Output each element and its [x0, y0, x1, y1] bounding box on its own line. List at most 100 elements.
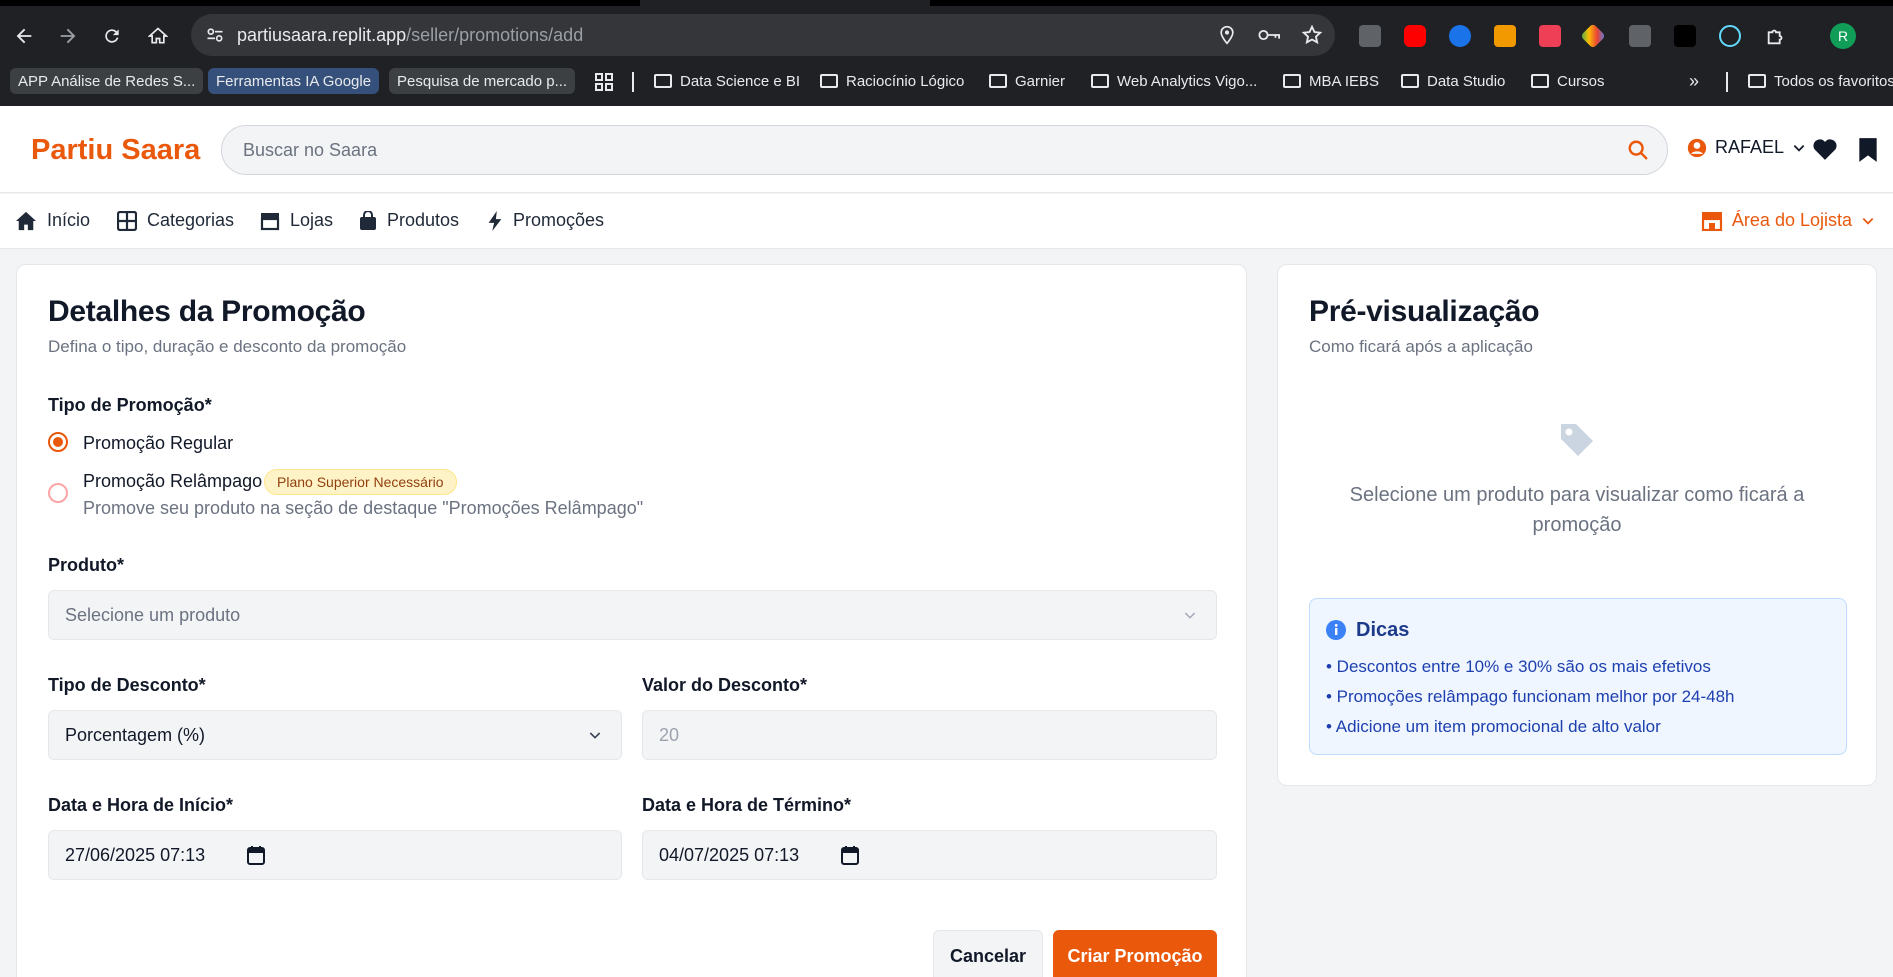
seller-area-label: Área do Lojista — [1731, 210, 1852, 230]
url-path: /seller/promotions/add — [406, 25, 584, 45]
folder-icon — [654, 74, 672, 88]
extension-code-icon[interactable] — [1359, 25, 1381, 47]
flash-description: Promove seu produto na seção de destaque… — [83, 498, 644, 518]
reload-button[interactable] — [96, 20, 128, 52]
discount-value-input[interactable]: 20 — [642, 710, 1217, 760]
bookmark-label: Raciocínio Lógico — [846, 72, 965, 90]
extension-tag-icon[interactable] — [1449, 25, 1471, 47]
profile-avatar[interactable]: R — [1830, 23, 1856, 49]
user-menu[interactable]: RAFAEL — [1687, 137, 1806, 158]
nav-label: Produtos — [387, 210, 460, 230]
bookmark-folder[interactable]: Data Science e BI — [654, 68, 800, 94]
extension-pocket-icon[interactable] — [1539, 25, 1561, 47]
address-row: partiusaara.replit.app/seller/promotions… — [0, 14, 1893, 58]
nav-promocoes[interactable]: Promoções — [487, 210, 604, 231]
nav-lojas[interactable]: Lojas — [260, 210, 333, 231]
bookmark-label: Todos os favoritos — [1774, 72, 1893, 90]
nav-label: Lojas — [290, 210, 334, 230]
extension-react-icon[interactable] — [1719, 25, 1741, 47]
nav-label: Categorias — [147, 210, 235, 230]
home-button[interactable] — [142, 20, 174, 52]
start-datetime-input[interactable]: 27/06/2025 07:13 — [48, 830, 622, 880]
folder-icon — [820, 74, 838, 88]
tip-item: • Descontos entre 10% e 30% são os mais … — [1326, 657, 1711, 676]
overflow-label: » — [1689, 70, 1700, 91]
extension-youtube-icon[interactable] — [1404, 25, 1426, 47]
bookmark-folder[interactable]: Data Studio — [1401, 68, 1505, 94]
site-settings-icon[interactable] — [205, 25, 225, 50]
product-select[interactable]: Selecione um produto — [48, 590, 1217, 640]
promo-type-label: Tipo de Promoção* — [48, 395, 212, 415]
site-logo[interactable]: Partiu Saara — [31, 134, 200, 167]
password-key-icon[interactable] — [1257, 24, 1281, 51]
folder-icon — [1283, 74, 1301, 88]
option-flash-label[interactable]: Promoção Relâmpago — [83, 471, 262, 492]
form-subtitle: Defina o tipo, duração e desconto da pro… — [48, 337, 407, 356]
tab-strip — [930, 0, 1893, 6]
calendar-icon[interactable] — [247, 845, 265, 870]
bookmark-folder[interactable]: Todos os favoritos — [1748, 68, 1893, 94]
calendar-icon[interactable] — [841, 845, 859, 870]
folder-icon — [989, 74, 1007, 88]
bookmark-item[interactable]: Ferramentas IA Google — [208, 68, 380, 94]
radio-regular[interactable] — [48, 432, 68, 452]
bookmark-folder[interactable]: Garnier — [989, 68, 1065, 94]
tab-strip — [0, 0, 640, 6]
preview-empty-line2: promoção — [1532, 514, 1622, 536]
create-promotion-button[interactable]: Criar Promoção — [1053, 930, 1217, 977]
chevron-down-icon — [587, 727, 603, 748]
back-button[interactable] — [8, 20, 40, 52]
forward-button[interactable] — [52, 20, 84, 52]
folder-icon — [1401, 74, 1419, 88]
home-icon — [16, 211, 36, 230]
cancel-button[interactable]: Cancelar — [933, 930, 1043, 977]
preview-title: Pré-visualização — [1309, 295, 1540, 328]
bookmark-label: Cursos — [1557, 72, 1605, 90]
bookmark-folder[interactable]: Cursos — [1531, 68, 1605, 94]
seller-area-menu[interactable]: Área do Lojista — [1701, 210, 1875, 231]
option-regular-label[interactable]: Promoção Regular — [83, 433, 233, 454]
discount-type-select[interactable]: Porcentagem (%) — [48, 710, 622, 760]
bookmark-item[interactable]: Pesquisa de mercado p... — [389, 68, 576, 94]
bookmark-folder[interactable]: MBA IEBS — [1283, 68, 1379, 94]
nav-inicio[interactable]: Início — [15, 210, 90, 231]
shopping-bag-icon — [360, 210, 376, 230]
bookmark-folder[interactable]: Web Analytics Vigo... — [1091, 68, 1257, 94]
end-datetime-input[interactable]: 04/07/2025 07:13 — [642, 830, 1217, 880]
preview-subtitle: Como ficará após a aplicação — [1309, 337, 1533, 356]
bookmark-star-icon[interactable] — [1301, 24, 1323, 51]
back-arrow-icon — [16, 28, 32, 44]
search-bar[interactable]: Buscar no Saara — [221, 125, 1668, 175]
discount-value: 20 — [659, 725, 680, 745]
extension-fb-icon[interactable] — [1629, 25, 1651, 47]
end-datetime-value: 04/07/2025 07:13 — [659, 845, 800, 865]
saved-bookmark-icon[interactable] — [1858, 137, 1878, 168]
folder-icon — [1748, 74, 1766, 88]
bookmark-label: Web Analytics Vigo... — [1117, 72, 1258, 90]
apps-grid-icon[interactable] — [594, 72, 614, 97]
extensions-puzzle-icon[interactable] — [1765, 25, 1787, 52]
nav-produtos[interactable]: Produtos — [359, 210, 459, 231]
bookmarks-overflow-button[interactable]: » — [1689, 68, 1699, 94]
folder-icon — [1531, 74, 1549, 88]
forward-arrow-icon — [60, 28, 76, 44]
preview-card: Pré-visualização Como ficará após a apli… — [1277, 264, 1877, 786]
app-header: Partiu Saara Buscar no Saara RAFAEL — [0, 106, 1893, 193]
grid-icon — [117, 210, 137, 231]
location-icon[interactable] — [1217, 24, 1237, 51]
bookmark-folder[interactable]: Raciocínio Lógico — [820, 68, 964, 94]
favorites-heart-icon[interactable] — [1812, 137, 1838, 166]
browser-chrome: partiusaara.replit.app/seller/promotions… — [0, 0, 1893, 106]
search-input[interactable]: Buscar no Saara — [243, 140, 377, 161]
nav-categorias[interactable]: Categorias — [117, 210, 234, 231]
radio-flash[interactable] — [48, 483, 68, 503]
search-icon[interactable] — [1627, 139, 1649, 166]
omnibox[interactable]: partiusaara.replit.app/seller/promotions… — [191, 14, 1335, 56]
bookmark-label: Data Studio — [1427, 72, 1506, 90]
url-text[interactable]: partiusaara.replit.app/seller/promotions… — [237, 25, 583, 46]
extension-diamond-icon[interactable] — [1580, 23, 1606, 49]
extension-seo-icon[interactable] — [1494, 25, 1516, 47]
folder-icon — [1091, 74, 1109, 88]
bookmark-item[interactable]: APP Análise de Redes S... — [10, 68, 204, 94]
extension-people-icon[interactable] — [1674, 25, 1696, 47]
